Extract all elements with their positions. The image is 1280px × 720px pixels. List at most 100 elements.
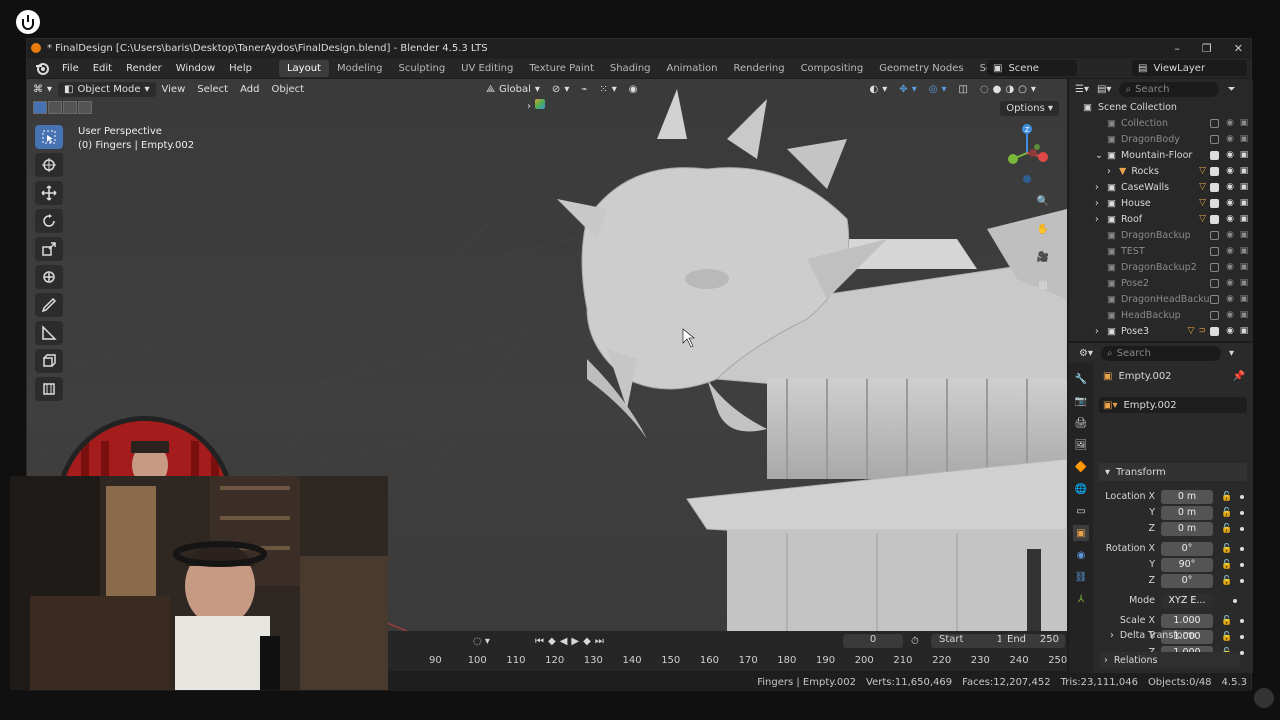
overlay-toggle[interactable]: ◎ ▾ [923, 82, 953, 97]
tool-tab-icon[interactable]: 🔧 [1073, 371, 1089, 387]
menu-help[interactable]: Help [222, 63, 259, 74]
scale-x-field[interactable]: 1.000 [1161, 613, 1213, 628]
scene-tab-icon[interactable]: 🔶 [1073, 459, 1089, 475]
outliner-item[interactable]: ▣ DragonBackup2 ◉ ▣ [1069, 259, 1253, 275]
relations-panel[interactable]: › Relations [1100, 652, 1240, 668]
eye-icon[interactable]: ◉ [1225, 246, 1235, 256]
eye-icon[interactable]: ◉ [1225, 134, 1235, 144]
shading-modes[interactable]: ◌ ● ◑ ○ ▾ [974, 82, 1042, 97]
eye-icon[interactable]: ◉ [1225, 166, 1235, 176]
lock-icon[interactable]: 🔓 [1221, 544, 1232, 554]
tab-animation[interactable]: Animation [659, 60, 726, 77]
measure-tool[interactable] [35, 321, 63, 345]
properties-editor-icon[interactable]: ⚙▾ [1079, 348, 1093, 359]
expand-arrow-icon[interactable]: › [1107, 166, 1119, 177]
keyframe-dot[interactable] [1240, 634, 1245, 639]
render-tab-icon[interactable]: 📷 [1073, 393, 1089, 409]
navigation-gizmo[interactable]: Z [997, 123, 1057, 183]
outliner-search[interactable]: ⌕ Search [1119, 81, 1220, 97]
eye-icon[interactable]: ◉ [1225, 118, 1235, 128]
expand-arrow-icon[interactable]: › [1095, 198, 1107, 209]
view-menu[interactable]: View [156, 82, 192, 97]
lock-icon[interactable]: 🔓 [1221, 616, 1232, 626]
render-camera-icon[interactable]: ▣ [1239, 246, 1249, 256]
render-camera-icon[interactable]: ▣ [1239, 262, 1249, 272]
world-tab-icon[interactable]: 🌐 [1073, 481, 1089, 497]
exclude-checkbox[interactable] [1210, 294, 1219, 304]
proportional-edit-toggle[interactable]: ◉ [623, 82, 644, 97]
options-dropdown[interactable]: Options ▾ [1000, 101, 1059, 116]
cursor-tool[interactable] [35, 153, 63, 177]
keyframe-dot[interactable] [1240, 526, 1245, 531]
tab-layout[interactable]: Layout [278, 59, 329, 77]
render-camera-icon[interactable]: ▣ [1239, 310, 1249, 320]
output-tab-icon[interactable]: 🖨 [1073, 415, 1089, 431]
properties-menu-icon[interactable]: ▾ [1229, 348, 1234, 359]
render-camera-icon[interactable]: ▣ [1239, 214, 1249, 224]
editor-type-button[interactable]: ⌘ ▾ [27, 82, 58, 97]
frame-ruler[interactable]: 90 100 110 120 130 140 150 160 170 180 190 200 210 22… [387, 651, 1067, 671]
eye-icon[interactable]: ◉ [1225, 182, 1235, 192]
outliner-item[interactable]: ⌄ ▣ Mountain-Floor ◉ ▣ [1069, 147, 1253, 163]
delta-transform-panel[interactable]: › Delta Transform [1110, 630, 1240, 641]
tab-sculpting[interactable]: Sculpting [390, 60, 453, 77]
selection-mode-buttons[interactable] [33, 101, 92, 114]
maximize-button[interactable]: ❐ [1202, 42, 1212, 55]
keyframe-dot[interactable] [1233, 598, 1237, 603]
tab-shading[interactable]: Shading [602, 60, 659, 77]
keyframe-dot[interactable] [1240, 510, 1245, 515]
outliner-item[interactable]: › ▣ CaseWalls ▽ ◉ ▣ [1069, 179, 1253, 195]
pan-hand-icon[interactable]: ✋ [1033, 219, 1053, 239]
add-cube-tool[interactable] [35, 349, 63, 373]
rotation-x-field[interactable]: 0° [1161, 541, 1213, 556]
blender-menu-icon[interactable] [35, 61, 49, 75]
lock-icon[interactable]: 🔓 [1221, 492, 1232, 502]
tab-modeling[interactable]: Modeling [329, 60, 391, 77]
exclude-checkbox[interactable] [1210, 310, 1219, 320]
physics-tab-icon[interactable]: ◉ [1073, 547, 1089, 563]
lock-icon[interactable]: 🔓 [1221, 508, 1232, 518]
scale-tool[interactable] [35, 237, 63, 261]
outliner-item[interactable]: ▣ HeadBackup ◉ ▣ [1069, 307, 1253, 323]
play-reverse-icon[interactable]: ◀ [560, 636, 572, 647]
outliner-item[interactable]: › ▣ Roof ▽ ◉ ▣ [1069, 211, 1253, 227]
menu-file[interactable]: File [55, 63, 86, 74]
render-camera-icon[interactable]: ▣ [1239, 150, 1249, 160]
menu-window[interactable]: Window [169, 63, 222, 74]
exclude-checkbox[interactable] [1210, 150, 1219, 160]
rotate-tool[interactable] [35, 209, 63, 233]
rendered-shading-icon[interactable]: ○ [1018, 84, 1027, 95]
location-x-field[interactable]: 0 m [1161, 489, 1213, 504]
eye-icon[interactable]: ◉ [1225, 278, 1235, 288]
add-mesh-tool[interactable] [35, 377, 63, 401]
rotation-mode-dropdown[interactable]: XYZ E... [1161, 593, 1213, 608]
outliner-item[interactable]: ▣ DragonHeadBacku ◉ ▣ [1069, 291, 1253, 307]
render-camera-icon[interactable]: ▣ [1239, 198, 1249, 208]
transform-tool[interactable] [35, 265, 63, 289]
render-camera-icon[interactable]: ▣ [1239, 134, 1249, 144]
exclude-checkbox[interactable] [1210, 214, 1219, 224]
view-layer-tab-icon[interactable]: 🖼 [1073, 437, 1089, 453]
eye-icon[interactable]: ◉ [1225, 198, 1235, 208]
preview-range-icon[interactable]: ⏱ [911, 636, 919, 647]
gizmo-toggle[interactable]: ✥ ▾ [893, 82, 922, 97]
solid-shading-icon[interactable]: ● [993, 84, 1002, 95]
keyframe-dot[interactable] [1240, 578, 1245, 583]
select-extend-icon[interactable] [48, 101, 62, 114]
menu-edit[interactable]: Edit [86, 63, 119, 74]
exclude-checkbox[interactable] [1210, 278, 1219, 288]
expand-arrow-icon[interactable]: ⌄ [1095, 150, 1107, 161]
exclude-checkbox[interactable] [1210, 230, 1219, 240]
render-camera-icon[interactable]: ▣ [1239, 182, 1249, 192]
tab-rendering[interactable]: Rendering [725, 60, 792, 77]
exclude-checkbox[interactable] [1210, 166, 1219, 176]
exclude-checkbox[interactable] [1210, 134, 1219, 144]
transport-buttons[interactable]: ⏮◆◀▶◆⏭ [535, 636, 608, 647]
annotate-tool[interactable] [35, 293, 63, 317]
select-menu[interactable]: Select [191, 82, 234, 97]
render-camera-icon[interactable]: ▣ [1239, 278, 1249, 288]
select-box-tool[interactable] [35, 125, 63, 149]
filter-icon[interactable]: ⏷ [1227, 84, 1235, 95]
outliner-item[interactable]: › ▼ Rocks ▽ ◉ ▣ [1069, 163, 1253, 179]
select-subtract-icon[interactable] [63, 101, 77, 114]
